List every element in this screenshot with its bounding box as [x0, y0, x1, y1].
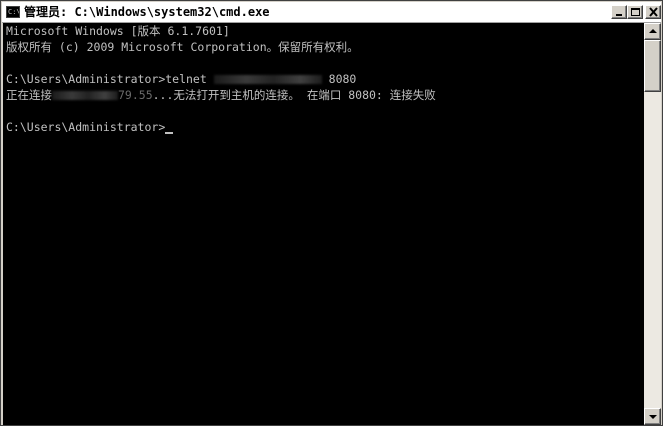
- console-line-copyright: 版权所有 (c) 2009 Microsoft Corporation。保留所有…: [6, 40, 359, 54]
- telnet-command-text: C:\Users\Administrator>telnet: [6, 72, 214, 86]
- telnet-port: 8080: [321, 72, 357, 86]
- scroll-thumb[interactable]: [644, 40, 661, 92]
- console-line-prompt: C:\Users\Administrator>: [6, 119, 174, 135]
- console-line-connection-error: 正在连接 79.55...无法打开到主机的连接。 在端口 8080: 连接失败: [6, 87, 436, 103]
- connection-failure-text: ...无法打开到主机的连接。 在端口 8080: 连接失败: [152, 88, 436, 102]
- maximize-icon: [631, 8, 640, 16]
- redacted-connect-address: [52, 91, 118, 100]
- redacted-host-address: [213, 75, 322, 84]
- console-line-telnet-command: C:\Users\Administrator>telnet 8080: [6, 71, 356, 87]
- window-title: 管理员: C:\Windows\system32\cmd.exe: [24, 5, 270, 19]
- minimize-icon: [616, 14, 622, 16]
- close-icon: [649, 7, 658, 17]
- app-icon-label: C:\: [8, 8, 20, 16]
- minimize-button[interactable]: [611, 5, 627, 19]
- scroll-up-button[interactable]: [644, 23, 661, 40]
- scroll-down-button[interactable]: [644, 408, 661, 425]
- connecting-text: 正在连接: [6, 88, 52, 102]
- cmd-app-icon[interactable]: C:\: [6, 6, 20, 18]
- arrow-up-icon: [649, 29, 657, 33]
- maximize-button[interactable]: [627, 5, 643, 19]
- arrow-down-icon: [649, 415, 657, 419]
- command-prompt: C:\Users\Administrator>: [6, 120, 166, 134]
- vertical-scrollbar[interactable]: [644, 23, 661, 425]
- close-button[interactable]: [645, 5, 661, 19]
- console-output[interactable]: Microsoft Windows [版本 6.1.7601] 版权所有 (c)…: [3, 23, 644, 425]
- connect-address-partial: 79.55: [118, 88, 153, 102]
- cmd-window: C:\ 管理员: C:\Windows\system32\cmd.exe Mic…: [0, 0, 663, 426]
- title-bar[interactable]: C:\ 管理员: C:\Windows\system32\cmd.exe: [2, 2, 661, 23]
- console-line-version: Microsoft Windows [版本 6.1.7601]: [6, 24, 230, 38]
- text-cursor: [165, 132, 174, 134]
